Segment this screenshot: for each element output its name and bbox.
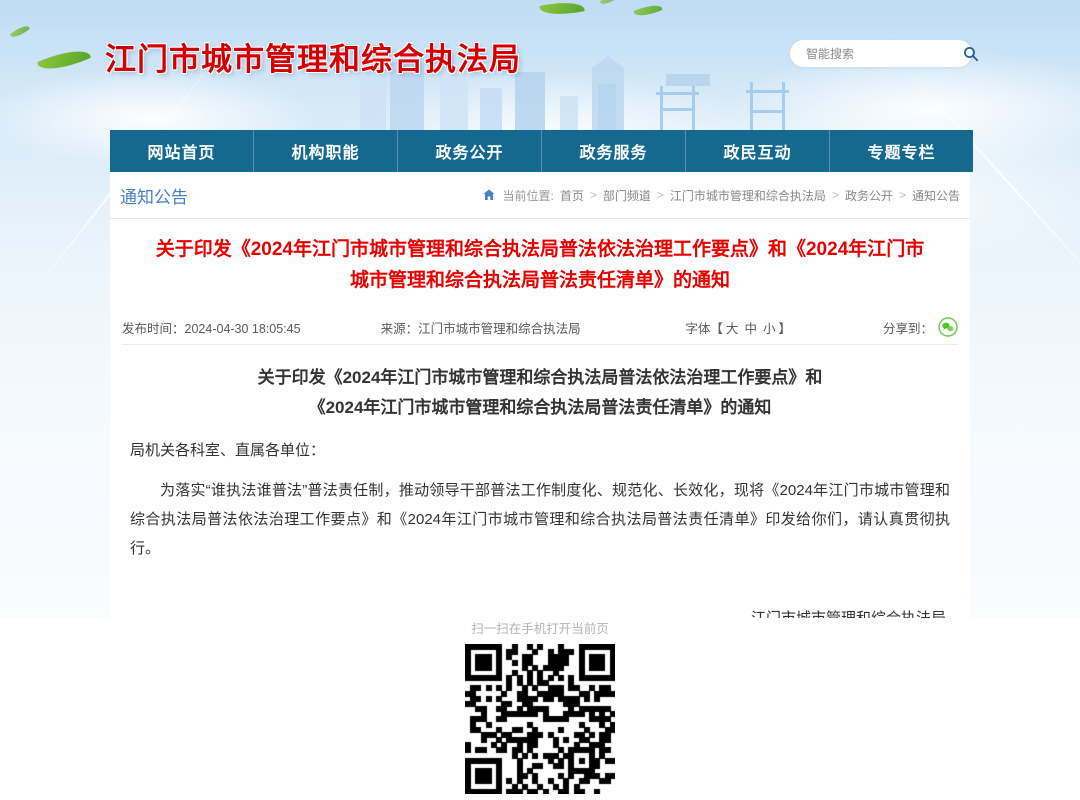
leaf-decoration [10,23,30,40]
source-label: 来源： [381,322,419,336]
breadcrumb-item-dept-channel[interactable]: 部门频道 [603,187,651,204]
nav-item-interaction[interactable]: 政民互动 [686,130,830,172]
font-size-control: 字体【 大 中 小 】 [685,318,791,337]
article-title: 关于印发《2024年江门市城市管理和综合执法局普法依法治理工作要点》和《2024… [110,219,970,306]
breadcrumb: 当前位置: 首页 > 部门频道 > 江门市城市管理和综合执法局 > 政务公开 >… [483,187,960,204]
notice-title-line2: 《2024年江门市城市管理和综合执法局普法责任清单》的通知 [130,393,950,423]
breadcrumb-item-home[interactable]: 首页 [560,187,584,204]
qr-caption: 扫一扫在手机打开当前页 [0,618,1080,637]
site-title: 江门市城市管理和综合执法局 [105,34,521,79]
article-body: 关于印发《2024年江门市城市管理和综合执法局普法依法治理工作要点》和 《202… [110,345,970,658]
leaf-decoration [539,0,585,19]
font-size-label: 字体【 [685,318,723,337]
main-paragraph: 为落实“谁执法谁普法”普法责任制，推动领导干部普法工作制度化、规范化、长效化，现… [130,476,950,563]
search-button[interactable] [963,45,979,63]
font-size-large[interactable]: 大 [726,318,739,337]
source-value: 江门市城市管理和综合执法局 [418,322,581,336]
font-size-label-close: 】 [778,318,791,337]
main-nav: 网站首页 机构职能 政务公开 政务服务 政民互动 专题专栏 [110,130,973,172]
breadcrumb-prefix: 当前位置: [503,187,554,204]
article-meta-row: 发布时间：2024-04-30 18:05:45 来源：江门市城市管理和综合执法… [122,310,958,345]
breadcrumb-separator: > [590,188,597,202]
qr-section: 扫一扫在手机打开当前页 [0,618,1080,794]
breadcrumb-separator: > [657,188,664,202]
leaf-decoration [633,1,662,19]
salutation-paragraph: 局机关各科室、直属各单位： [130,439,950,460]
wechat-share-icon[interactable] [938,317,958,337]
font-size-medium[interactable]: 中 [744,318,757,337]
search-input[interactable] [804,46,963,62]
page: 江门市城市管理和综合执法局 网站首页 机构职能 政务公开 政务服务 政民互动 专… [0,0,1080,800]
notice-title: 关于印发《2024年江门市城市管理和综合执法局普法依法治理工作要点》和 《202… [130,363,950,423]
section-title: 通知公告 [120,183,188,208]
search-box [790,40,972,67]
leaf-decoration [600,0,617,7]
nav-item-functions[interactable]: 机构职能 [254,130,398,172]
notice-title-line1: 关于印发《2024年江门市城市管理和综合执法局普法依法治理工作要点》和 [130,363,950,393]
qr-code [465,644,615,794]
breadcrumb-item-gov-info[interactable]: 政务公开 [845,187,893,204]
breadcrumb-item-notices[interactable]: 通知公告 [912,187,960,204]
share-control: 分享到： [883,317,958,337]
nav-item-home[interactable]: 网站首页 [110,130,254,172]
source: 来源：江门市城市管理和综合执法局 [381,318,581,337]
nav-item-gov-services[interactable]: 政务服务 [542,130,686,172]
breadcrumb-separator: > [832,188,839,202]
breadcrumb-separator: > [899,188,906,202]
font-size-small[interactable]: 小 [763,318,776,337]
publish-time-value: 2024-04-30 18:05:45 [185,322,301,336]
nav-item-special-topics[interactable]: 专题专栏 [830,130,973,172]
breadcrumb-item-bureau[interactable]: 江门市城市管理和综合执法局 [670,187,826,204]
share-label: 分享到： [883,318,933,337]
home-icon [483,189,495,201]
publish-time: 发布时间：2024-04-30 18:05:45 [122,318,301,337]
publish-time-label: 发布时间： [122,322,185,336]
leaf-decoration [37,43,91,77]
content-card: 通知公告 当前位置: 首页 > 部门频道 > 江门市城市管理和综合执法局 > 政… [110,172,970,631]
section-header-row: 通知公告 当前位置: 首页 > 部门频道 > 江门市城市管理和综合执法局 > 政… [110,172,970,219]
nav-item-gov-info[interactable]: 政务公开 [398,130,542,172]
search-icon [963,46,979,62]
